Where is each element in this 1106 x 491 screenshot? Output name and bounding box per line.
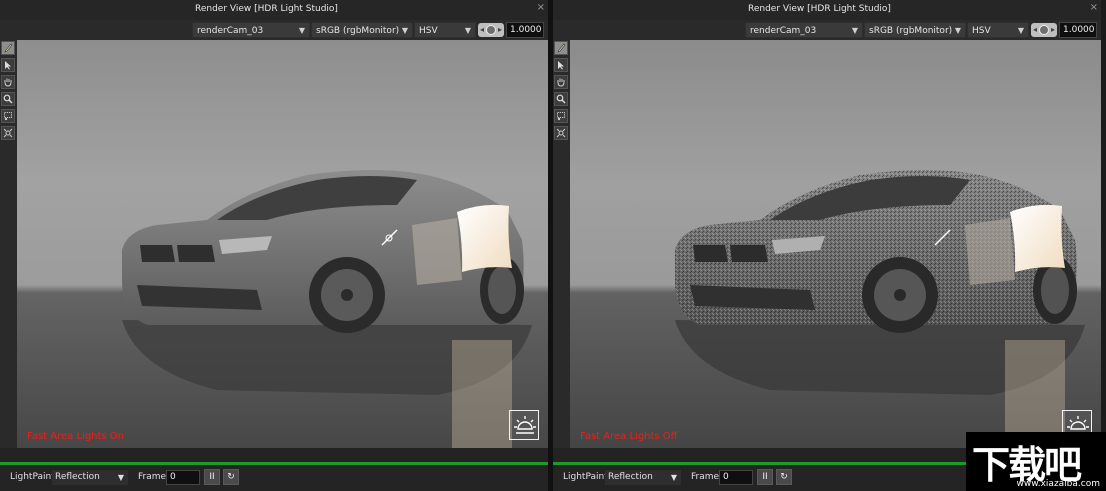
- color-space-value: sRGB (rgbMonitor): [316, 26, 400, 36]
- zoom-magnifier-icon[interactable]: [1, 92, 15, 106]
- render-viewport[interactable]: Fast Area Lights Off: [570, 40, 1101, 448]
- camera-value: renderCam_03: [750, 26, 817, 36]
- render-caption: Fast Area Lights Off: [580, 431, 678, 442]
- camera-dropdown[interactable]: renderCam_03 ▼: [192, 22, 310, 38]
- status-bar: LightPaint Reflection ▼ Frame 0 II ↻: [0, 465, 548, 491]
- lightpaint-mode-value: Reflection: [55, 472, 100, 482]
- color-mode-dropdown[interactable]: HSV ▼: [967, 22, 1029, 38]
- exposure-dial-button[interactable]: ◂ ▸: [478, 23, 504, 37]
- chevron-down-icon: ▼: [851, 26, 858, 35]
- color-space-dropdown[interactable]: sRGB (rgbMonitor) ▼: [311, 22, 413, 38]
- site-watermark: 下载吧 www.xiazaiba.com: [966, 432, 1106, 491]
- arrow-right-icon: ▸: [1050, 25, 1055, 34]
- zoom-fit-icon[interactable]: [554, 126, 568, 140]
- render-toolbar: renderCam_03 ▼ sRGB (rgbMonitor) ▼ HSV ▼…: [553, 20, 1101, 40]
- region-select-icon[interactable]: [1, 109, 15, 123]
- exposure-input[interactable]: 1.0000: [1059, 22, 1097, 38]
- window-title: Render View [HDR Light Studio]: [748, 4, 891, 14]
- zoom-fit-icon[interactable]: [1, 126, 15, 140]
- window-titlebar: Render View [HDR Light Studio] ×: [0, 0, 548, 20]
- chevron-down-icon: ▼: [401, 26, 408, 35]
- color-mode-dropdown[interactable]: HSV ▼: [414, 22, 476, 38]
- color-mode-value: HSV: [419, 26, 438, 36]
- exposure-input[interactable]: 1.0000: [506, 22, 544, 38]
- frame-input[interactable]: 0: [719, 470, 753, 485]
- pan-hand-icon[interactable]: [554, 75, 568, 89]
- window-title: Render View [HDR Light Studio]: [195, 4, 338, 14]
- chevron-down-icon: ▼: [464, 26, 471, 35]
- color-mode-value: HSV: [972, 26, 991, 36]
- chevron-down-icon: ▼: [954, 26, 961, 35]
- pointer-arrow-icon[interactable]: [554, 58, 568, 72]
- lightpaint-mode-value: Reflection: [608, 472, 653, 482]
- lightpaint-label: LightPaint: [10, 472, 55, 482]
- lightpaint-mode-dropdown[interactable]: Reflection ▼: [52, 470, 128, 485]
- refresh-button[interactable]: ↻: [776, 469, 792, 485]
- chevron-down-icon: ▼: [298, 26, 305, 35]
- color-space-dropdown[interactable]: sRGB (rgbMonitor) ▼: [864, 22, 966, 38]
- frame-label: Frame: [691, 472, 720, 482]
- close-button[interactable]: ×: [1090, 2, 1098, 13]
- render-toolbar: renderCam_03 ▼ sRGB (rgbMonitor) ▼ HSV ▼…: [0, 20, 548, 40]
- camera-dropdown[interactable]: renderCam_03 ▼: [745, 22, 863, 38]
- render-view-panel-right: Render View [HDR Light Studio] × renderC…: [553, 0, 1101, 491]
- chevron-down-icon: ▼: [670, 473, 677, 482]
- pause-button[interactable]: II: [204, 469, 220, 485]
- refresh-button[interactable]: ↻: [223, 469, 239, 485]
- pause-button[interactable]: II: [757, 469, 773, 485]
- render-image: [17, 40, 548, 448]
- lightpaint-label: LightPaint: [563, 472, 608, 482]
- render-caption: Fast Area Lights On: [27, 431, 125, 442]
- render-view-panel-left: Render View [HDR Light Studio] × renderC…: [0, 0, 548, 491]
- paint-brush-icon[interactable]: [1, 41, 15, 55]
- pan-hand-icon[interactable]: [1, 75, 15, 89]
- exposure-dial-icon: [1039, 25, 1049, 35]
- close-button[interactable]: ×: [537, 2, 545, 13]
- sun-light-icon[interactable]: [509, 410, 539, 440]
- arrow-right-icon: ▸: [497, 25, 502, 34]
- arrow-left-icon: ◂: [480, 25, 485, 34]
- render-viewport[interactable]: Fast Area Lights On: [17, 40, 548, 448]
- pointer-arrow-icon[interactable]: [1, 58, 15, 72]
- region-select-icon[interactable]: [554, 109, 568, 123]
- window-titlebar: Render View [HDR Light Studio] ×: [553, 0, 1101, 20]
- paint-brush-icon[interactable]: [554, 41, 568, 55]
- render-image: [570, 40, 1101, 448]
- tool-palette: [0, 40, 17, 448]
- arrow-left-icon: ◂: [1033, 25, 1038, 34]
- exposure-dial-icon: [486, 25, 496, 35]
- color-space-value: sRGB (rgbMonitor): [869, 26, 953, 36]
- chevron-down-icon: ▼: [117, 473, 124, 482]
- camera-value: renderCam_03: [197, 26, 264, 36]
- chevron-down-icon: ▼: [1017, 26, 1024, 35]
- frame-input[interactable]: 0: [166, 470, 200, 485]
- frame-label: Frame: [138, 472, 167, 482]
- zoom-magnifier-icon[interactable]: [554, 92, 568, 106]
- exposure-dial-button[interactable]: ◂ ▸: [1031, 23, 1057, 37]
- lightpaint-mode-dropdown[interactable]: Reflection ▼: [605, 470, 681, 485]
- watermark-url: www.xiazaiba.com: [1016, 479, 1100, 489]
- tool-palette: [553, 40, 570, 448]
